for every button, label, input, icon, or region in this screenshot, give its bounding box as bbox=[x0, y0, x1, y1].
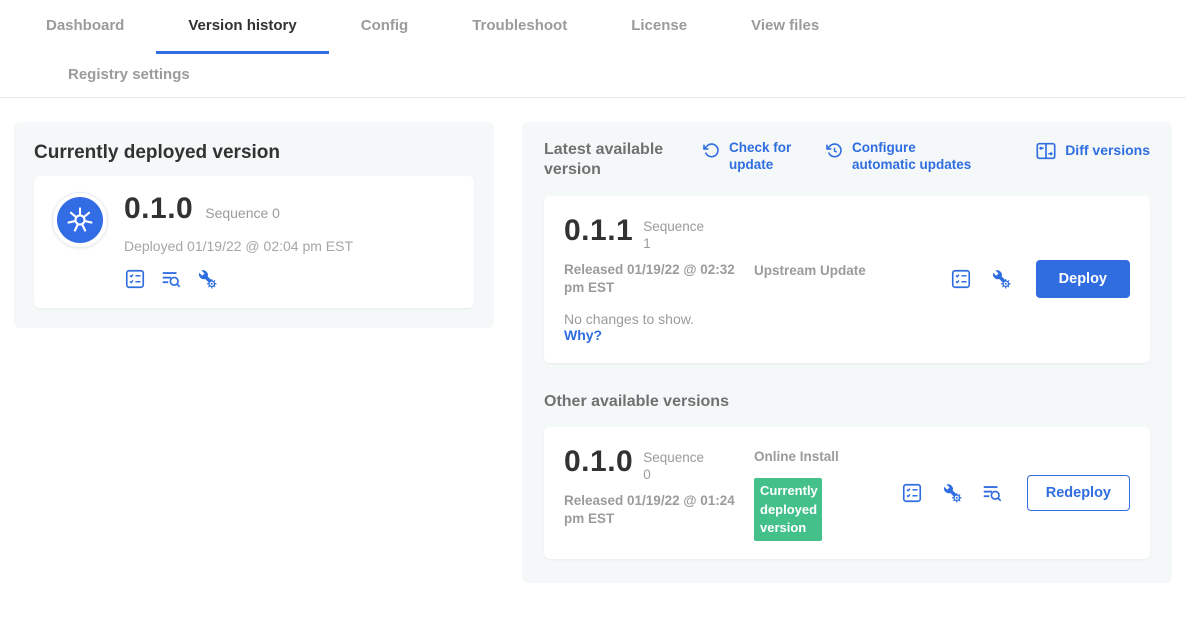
currently-deployed-title: Currently deployed version bbox=[34, 142, 474, 164]
deployed-sequence-label: Sequence 0 bbox=[205, 205, 280, 221]
no-changes-text: No changes to show. bbox=[564, 311, 754, 327]
configure-auto-updates-label: Configure automatic updates bbox=[852, 140, 980, 174]
latest-available-title: Latest available version bbox=[544, 140, 676, 180]
diff-versions-label: Diff versions bbox=[1065, 142, 1150, 160]
release-notes-icon[interactable] bbox=[160, 268, 182, 290]
kubernetes-logo-icon bbox=[57, 197, 103, 243]
latest-version-details: 0.1.1 Sequence 1 Released 01/19/22 @ 02:… bbox=[564, 214, 754, 345]
refresh-icon bbox=[702, 141, 721, 160]
clock-refresh-icon bbox=[825, 141, 844, 160]
other-sequence-label: Sequence 0 bbox=[643, 445, 707, 484]
latest-card-actions: Deploy bbox=[950, 260, 1130, 298]
latest-released-timestamp: Released 01/19/22 @ 02:32 pm EST bbox=[564, 261, 736, 297]
latest-version-card: 0.1.1 Sequence 1 Released 01/19/22 @ 02:… bbox=[544, 196, 1150, 363]
tab-config[interactable]: Config bbox=[329, 0, 440, 54]
tab-license[interactable]: License bbox=[599, 0, 719, 54]
latest-source-label: Upstream Update bbox=[754, 262, 866, 280]
currently-deployed-panel: Currently deployed version 0.1.0 Sequenc… bbox=[14, 122, 494, 328]
preflight-checklist-icon[interactable] bbox=[901, 482, 923, 504]
other-source-column: Online Install Currently deployed versio… bbox=[754, 448, 866, 541]
available-versions-panel: Latest available version Check for updat… bbox=[522, 122, 1172, 583]
latest-sequence-label: Sequence 1 bbox=[643, 214, 707, 253]
top-nav: Dashboard Version history Config Trouble… bbox=[0, 0, 1186, 98]
app-icon-ring bbox=[52, 192, 108, 248]
deployed-version-card: 0.1.0 Sequence 0 Deployed 01/19/22 @ 02:… bbox=[34, 176, 474, 308]
diff-versions-link[interactable]: Diff versions bbox=[1035, 140, 1150, 162]
diff-icon bbox=[1035, 140, 1057, 162]
redeploy-button[interactable]: Redeploy bbox=[1027, 475, 1130, 511]
tab-dashboard[interactable]: Dashboard bbox=[14, 0, 156, 54]
deploy-button[interactable]: Deploy bbox=[1036, 260, 1130, 298]
version-history-page: Currently deployed version 0.1.0 Sequenc… bbox=[0, 98, 1186, 607]
deployed-version-number: 0.1.0 bbox=[124, 192, 193, 226]
other-version-card: 0.1.0 Sequence 0 Released 01/19/22 @ 01:… bbox=[544, 427, 1150, 559]
available-panel-header: Latest available version Check for updat… bbox=[544, 140, 1150, 180]
edit-config-icon[interactable] bbox=[196, 268, 218, 290]
preflight-checklist-icon[interactable] bbox=[950, 268, 972, 290]
other-released-timestamp: Released 01/19/22 @ 01:24 pm EST bbox=[564, 492, 736, 528]
deployed-timestamp: Deployed 01/19/22 @ 02:04 pm EST bbox=[124, 238, 353, 254]
configure-auto-updates-link[interactable]: Configure automatic updates bbox=[825, 140, 980, 174]
preflight-checklist-icon[interactable] bbox=[124, 268, 146, 290]
other-source-label: Online Install bbox=[754, 448, 866, 466]
other-card-actions: Redeploy bbox=[901, 475, 1130, 511]
release-notes-icon[interactable] bbox=[981, 482, 1003, 504]
latest-version-number: 0.1.1 bbox=[564, 214, 633, 248]
tab-view-files[interactable]: View files bbox=[719, 0, 851, 54]
deployed-action-icons bbox=[124, 268, 353, 290]
why-link[interactable]: Why? bbox=[564, 327, 602, 343]
check-for-update-label: Check for update bbox=[729, 140, 799, 174]
edit-config-icon[interactable] bbox=[941, 482, 963, 504]
other-versions-title: Other available versions bbox=[544, 393, 1150, 411]
tab-version-history[interactable]: Version history bbox=[156, 0, 328, 54]
edit-config-icon[interactable] bbox=[990, 268, 1012, 290]
nav-row-secondary: Registry settings bbox=[0, 54, 1186, 97]
deployed-version-details: 0.1.0 Sequence 0 Deployed 01/19/22 @ 02:… bbox=[124, 192, 353, 290]
check-for-update-link[interactable]: Check for update bbox=[702, 140, 799, 174]
tab-registry-settings[interactable]: Registry settings bbox=[36, 54, 222, 97]
other-version-details: 0.1.0 Sequence 0 Released 01/19/22 @ 01:… bbox=[564, 445, 754, 528]
nav-row-primary: Dashboard Version history Config Trouble… bbox=[0, 0, 1186, 54]
other-version-number: 0.1.0 bbox=[564, 445, 633, 479]
currently-deployed-badge: Currently deployed version bbox=[754, 478, 822, 541]
tab-troubleshoot[interactable]: Troubleshoot bbox=[440, 0, 599, 54]
